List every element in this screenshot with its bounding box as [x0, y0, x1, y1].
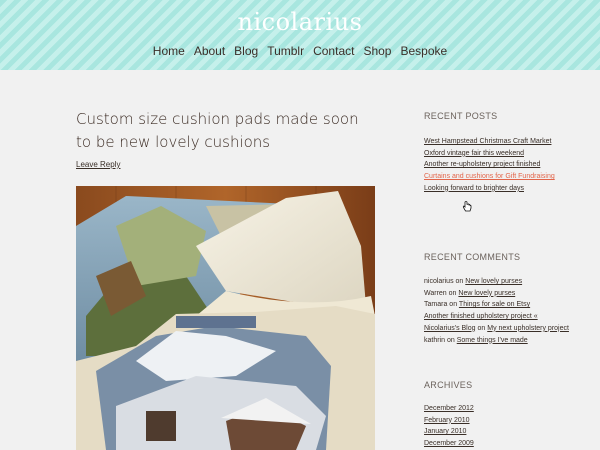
post-title[interactable]: Custom size cushion pads made soon to be…	[76, 108, 376, 154]
list-item: Warren on New lovely purses	[424, 288, 574, 300]
nav-tumblr[interactable]: Tumblr	[266, 44, 305, 58]
hand-cursor-icon	[462, 201, 472, 212]
recent-posts-list: West Hampstead Christmas Craft Market Ox…	[424, 136, 574, 195]
recent-post-link[interactable]: West Hampstead Christmas Craft Market	[424, 138, 551, 145]
archive-link[interactable]: February 2010	[424, 417, 470, 424]
list-item: February 2010	[424, 415, 574, 427]
leave-reply-link[interactable]: Leave Reply	[76, 160, 120, 169]
comment-author: Tamara	[424, 301, 448, 309]
recent-post-link[interactable]: Another re-upholstery project finished	[424, 161, 540, 168]
recent-post-link[interactable]: Oxford vintage fair this weekend	[424, 150, 524, 157]
nav-contact[interactable]: Contact	[312, 44, 355, 58]
list-item: January 2010	[424, 426, 574, 438]
list-item: December 2012	[424, 403, 574, 415]
list-item: Looking forward to brighter days	[424, 183, 574, 195]
archive-link[interactable]: December 2012	[424, 405, 474, 412]
list-item: Another finished upholstery project « Ni…	[424, 311, 574, 334]
comment-post-link[interactable]: New lovely purses	[458, 290, 515, 297]
post-image	[76, 186, 375, 450]
list-item: Curtains and cushions for Gift Fundraisi…	[424, 171, 574, 183]
archives-list: December 2012 February 2010 January 2010…	[424, 403, 574, 450]
nav-bespoke[interactable]: Bespoke	[399, 44, 448, 58]
comment-post-link[interactable]: New lovely purses	[465, 278, 522, 285]
comment-on: on	[477, 324, 486, 332]
list-item: Another re-upholstery project finished	[424, 159, 574, 171]
site-title[interactable]: nicolarius	[0, 8, 600, 36]
nav-about[interactable]: About	[193, 44, 226, 58]
comment-post-link[interactable]: Some things I've made	[457, 337, 528, 344]
archives-title: ARCHIVES	[424, 380, 473, 390]
site-header: nicolarius Home About Blog Tumblr Contac…	[0, 0, 600, 70]
comment-on: on	[455, 278, 464, 285]
comment-author: Warren	[424, 289, 447, 297]
list-item: Oxford vintage fair this weekend	[424, 148, 574, 160]
recent-post-link[interactable]: Curtains and cushions for Gift Fundraisi…	[424, 173, 555, 180]
comment-author: nicolarius	[424, 278, 454, 285]
recent-comments-title: RECENT COMMENTS	[424, 252, 521, 262]
nav-blog[interactable]: Blog	[233, 44, 259, 58]
list-item: nicolarius on New lovely purses	[424, 276, 574, 288]
comment-on: on	[446, 336, 455, 344]
list-item: December 2009	[424, 438, 574, 450]
comment-on: on	[448, 289, 457, 297]
list-item: Tamara on Things for sale on Etsy	[424, 299, 574, 311]
comment-post-link[interactable]: My next upholstery project	[487, 325, 569, 332]
nav-shop[interactable]: Shop	[362, 44, 392, 58]
comment-on: on	[449, 301, 458, 309]
comment-post-link[interactable]: Things for sale on Etsy	[459, 301, 530, 308]
tapestry-photo	[76, 186, 375, 450]
archive-link[interactable]: January 2010	[424, 428, 466, 435]
comment-author: kathrin	[424, 336, 446, 344]
archive-link[interactable]: December 2009	[424, 440, 474, 447]
list-item: kathrin on Some things I've made	[424, 335, 574, 347]
main-nav: Home About Blog Tumblr Contact Shop Besp…	[0, 44, 600, 58]
recent-post-link[interactable]: Looking forward to brighter days	[424, 185, 524, 192]
recent-posts-title: RECENT POSTS	[424, 111, 498, 121]
list-item: West Hampstead Christmas Craft Market	[424, 136, 574, 148]
recent-comments-list: nicolarius on New lovely purses Warren o…	[424, 276, 574, 346]
nav-home[interactable]: Home	[152, 44, 186, 58]
